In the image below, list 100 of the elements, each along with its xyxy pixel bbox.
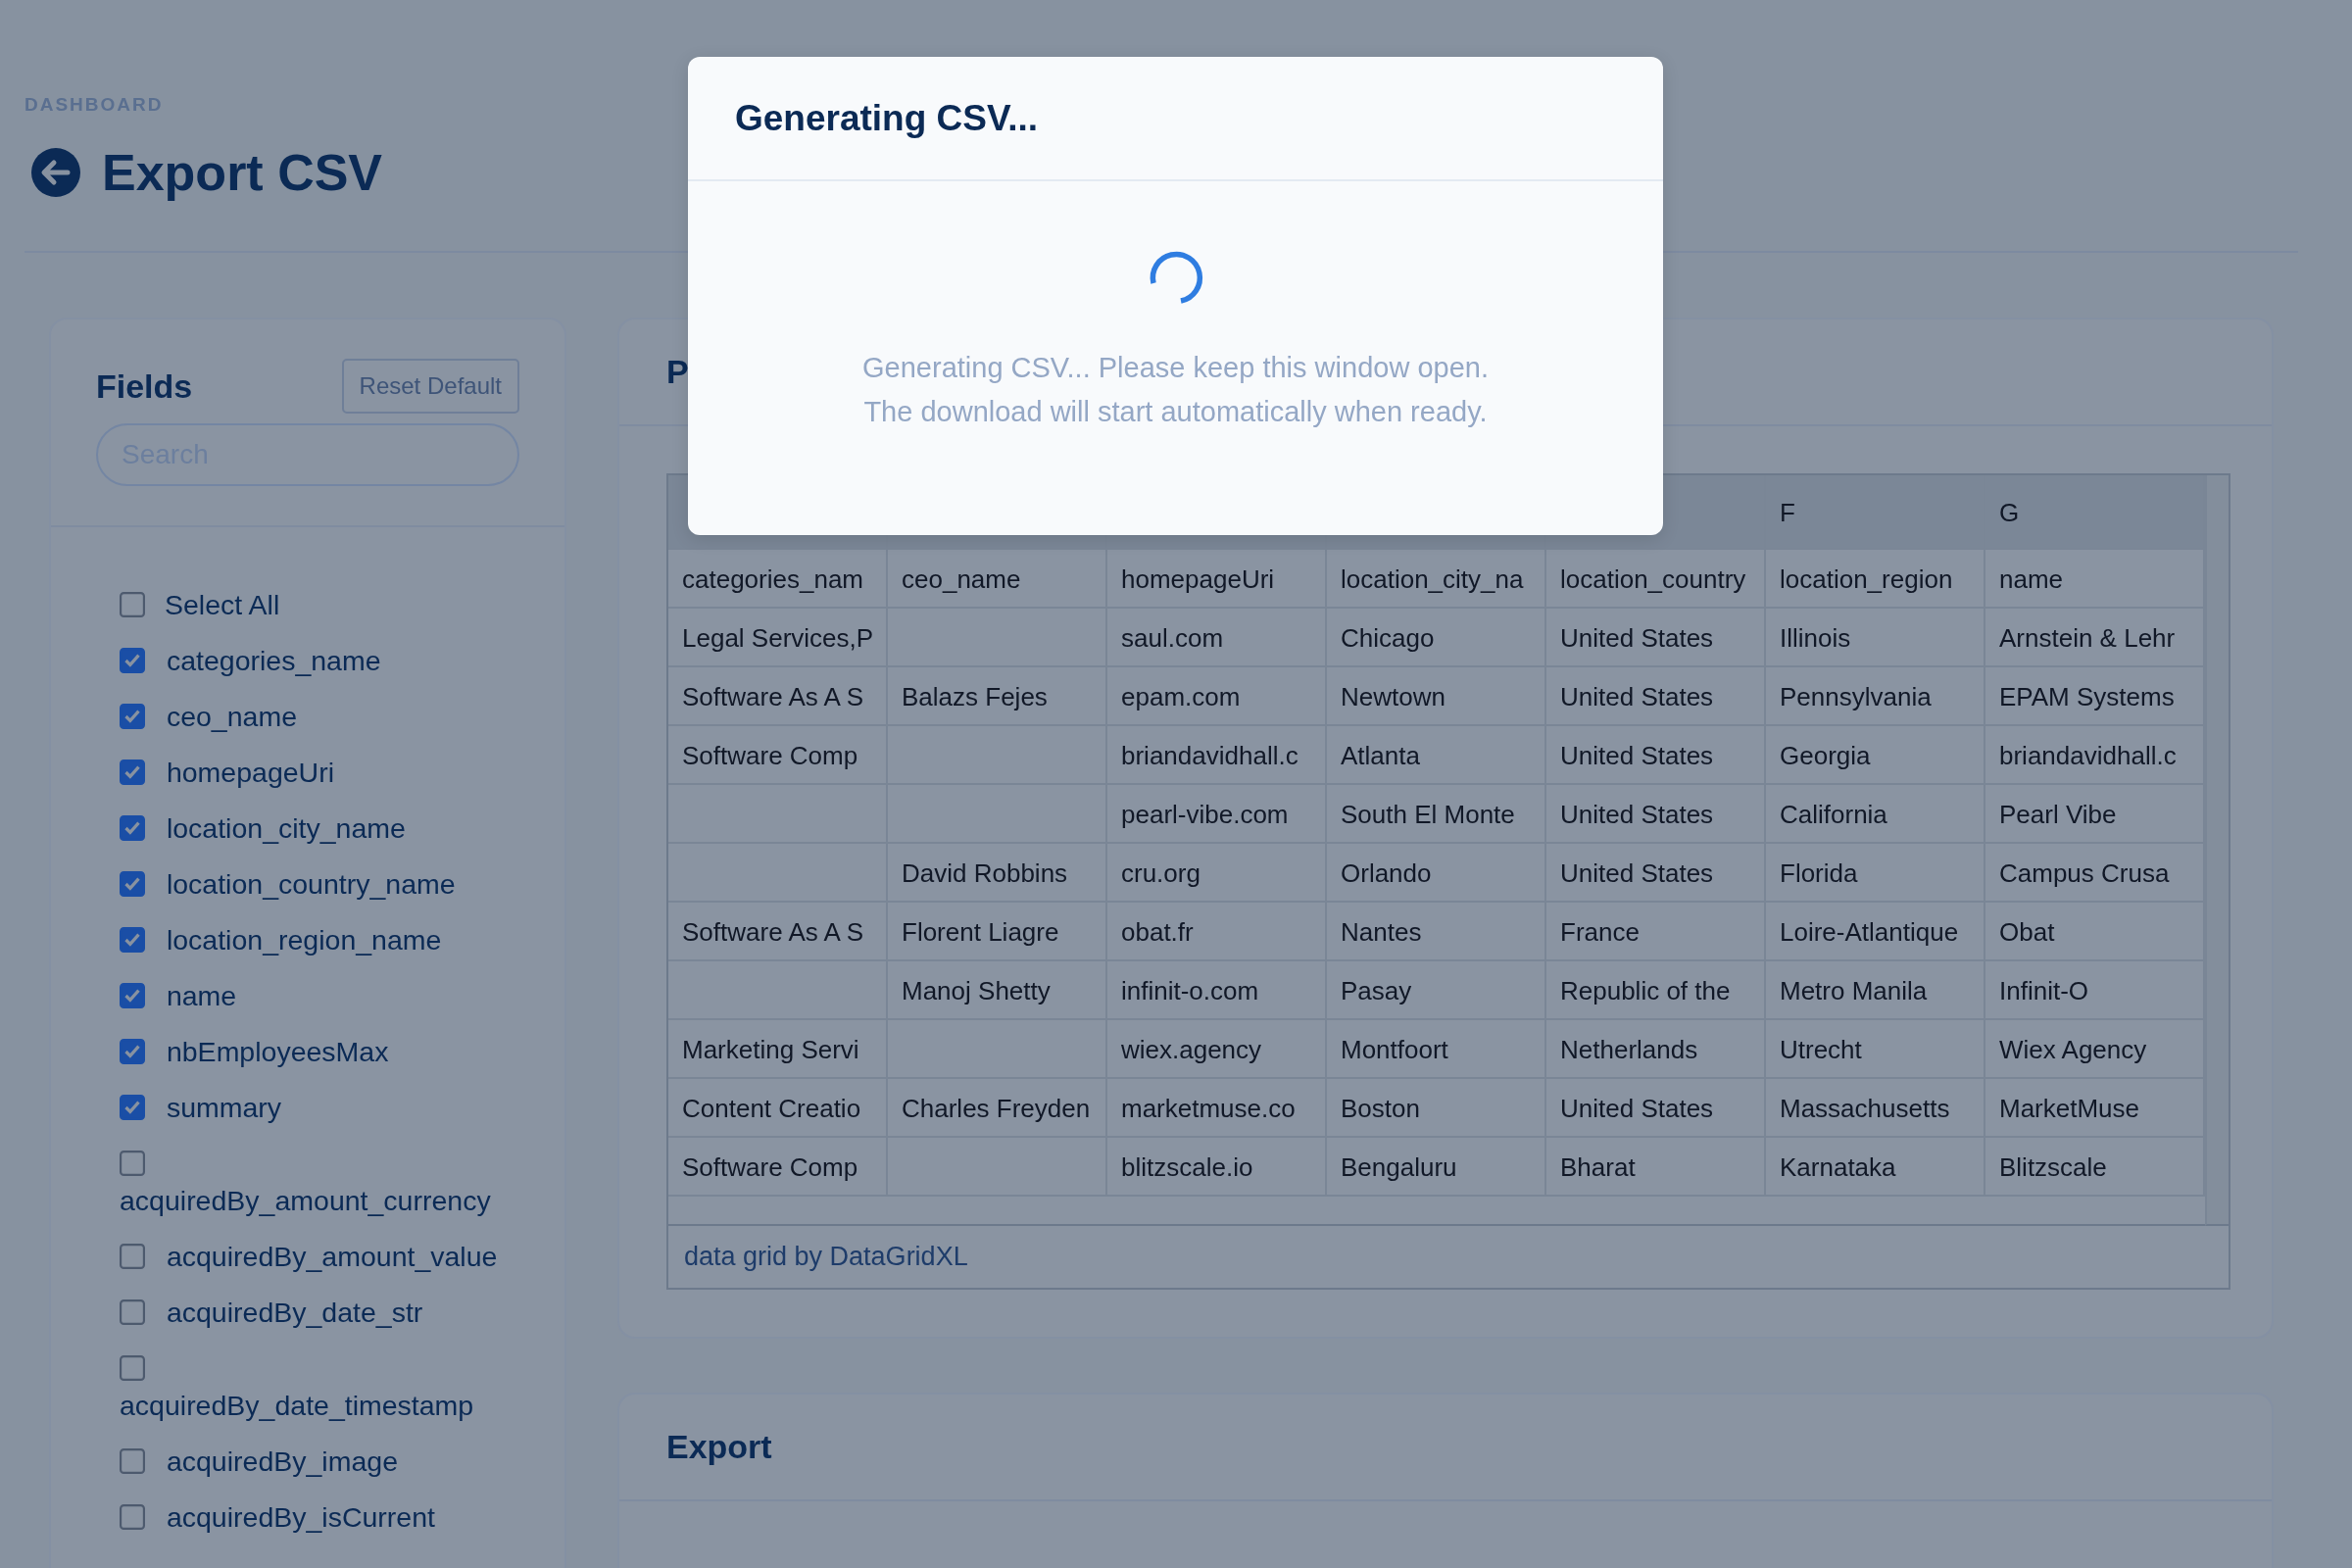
table-cell: infinit-o.com <box>1107 961 1327 1020</box>
card-title: Export <box>666 1428 772 1465</box>
table-cell: Marketing Servi <box>668 1020 888 1079</box>
field-label: ceo_name <box>166 701 297 732</box>
table-cell: Software As A S <box>668 667 888 726</box>
table-cell: cru.org <box>1107 844 1327 903</box>
card-title: P <box>666 353 689 390</box>
table-cell: Software As A S <box>668 903 888 961</box>
credit-link[interactable]: data grid by DataGridXL <box>684 1242 968 1271</box>
table-cell: Netherlands <box>1546 1020 1766 1079</box>
column-header[interactable]: F <box>1766 475 1985 550</box>
table-cell: Karnataka <box>1766 1138 1985 1197</box>
table-cell: location_city_na <box>1327 550 1546 609</box>
checkbox[interactable] <box>120 648 145 673</box>
table-cell: Orlando <box>1327 844 1546 903</box>
table-cell: Illinois <box>1766 609 1985 667</box>
table-cell: Content Creatio <box>668 1079 888 1138</box>
table-cell: Balazs Fejes <box>888 667 1107 726</box>
table-cell: obat.fr <box>1107 903 1327 961</box>
table-cell: Atlanta <box>1327 726 1546 785</box>
field-label: summary <box>166 1092 282 1123</box>
table-cell: Charles Freyden <box>888 1079 1107 1138</box>
scrollbar[interactable] <box>2205 475 2229 1226</box>
checkbox[interactable] <box>120 704 145 729</box>
checkbox[interactable] <box>120 1039 145 1064</box>
checkbox[interactable] <box>120 815 145 841</box>
field-label: acquiredBy_isCurrent <box>166 1501 435 1533</box>
table-cell: United States <box>1546 609 1766 667</box>
table-cell: Utrecht <box>1766 1020 1985 1079</box>
table-cell: Software Comp <box>668 726 888 785</box>
field-label: acquiredBy_date_timestamp <box>120 1390 474 1421</box>
table-cell: Metro Manila <box>1766 961 1985 1020</box>
checkbox[interactable] <box>120 1448 145 1474</box>
column-header[interactable]: G <box>1985 475 2205 550</box>
table-cell: saul.com <box>1107 609 1327 667</box>
modal-message: Generating CSV... Please keep this window open. The download will start automatically when ready. <box>862 351 1489 429</box>
field-label: acquiredBy_image <box>166 1446 398 1477</box>
table-cell: briandavidhall.c <box>1107 726 1327 785</box>
table-cell: homepageUri <box>1107 550 1327 609</box>
table-cell: marketmuse.co <box>1107 1079 1327 1138</box>
table-cell: United States <box>1546 844 1766 903</box>
table-cell: United States <box>1546 1079 1766 1138</box>
field-label: acquiredBy_amount_value <box>166 1241 498 1272</box>
table-cell: Chicago <box>1327 609 1546 667</box>
table-cell: Pasay <box>1327 961 1546 1020</box>
checkbox[interactable] <box>120 1095 145 1120</box>
field-label: location_country_name <box>166 868 456 900</box>
table-cell: France <box>1546 903 1766 961</box>
table-cell: location_country <box>1546 550 1766 609</box>
table-cell: Montfoort <box>1327 1020 1546 1079</box>
table-cell: pearl-vibe.com <box>1107 785 1327 844</box>
table-cell: Florent Liagre <box>888 903 1107 961</box>
table-cell: Bengaluru <box>1327 1138 1546 1197</box>
field-label: categories_name <box>166 645 381 676</box>
table-cell: Boston <box>1327 1079 1546 1138</box>
table-cell: ceo_name <box>888 550 1107 609</box>
field-label: acquiredBy_date_str <box>166 1297 423 1328</box>
table-cell: United States <box>1546 667 1766 726</box>
field-label: nbEmployeesMax <box>166 1036 389 1067</box>
checkbox-label: Select All <box>165 589 280 620</box>
table-cell: categories_nam <box>668 550 888 609</box>
table-cell: California <box>1766 785 1985 844</box>
checkbox[interactable] <box>120 1151 145 1176</box>
field-label: name <box>166 980 237 1011</box>
table-cell: wiex.agency <box>1107 1020 1327 1079</box>
table-cell: location_region <box>1766 550 1985 609</box>
table-cell: South El Monte <box>1327 785 1546 844</box>
table-cell: Bharat <box>1546 1138 1766 1197</box>
table-cell: Newtown <box>1327 667 1546 726</box>
checkbox[interactable] <box>120 1504 145 1530</box>
panel-title: Fields <box>96 367 193 406</box>
table-cell: Massachusetts <box>1766 1079 1985 1138</box>
table-cell: blitzscale.io <box>1107 1138 1327 1197</box>
field-label: acquiredBy_amount_currency <box>120 1185 491 1216</box>
page-title: Export CSV <box>102 143 383 202</box>
checkbox[interactable] <box>120 592 145 617</box>
checkbox[interactable] <box>120 927 145 953</box>
checkbox[interactable] <box>120 760 145 785</box>
table-cell: Georgia <box>1766 726 1985 785</box>
checkbox[interactable] <box>120 983 145 1008</box>
checkbox[interactable] <box>120 1355 145 1381</box>
table-cell: Software Comp <box>668 1138 888 1197</box>
table-cell: Florida <box>1766 844 1985 903</box>
table-cell: Nantes <box>1327 903 1546 961</box>
table-cell: Pennsylvania <box>1766 667 1985 726</box>
table-cell: David Robbins <box>888 844 1107 903</box>
checkbox[interactable] <box>120 871 145 897</box>
table-cell: United States <box>1546 726 1766 785</box>
field-label: homepageUri <box>166 757 335 788</box>
table-cell: Legal Services,P <box>668 609 888 667</box>
table-cell: Manoj Shetty <box>888 961 1107 1020</box>
checkbox[interactable] <box>120 1244 145 1269</box>
field-label: location_region_name <box>166 924 442 956</box>
modal-title: Generating CSV... <box>735 97 1039 139</box>
table-cell: Loire-Atlantique <box>1766 903 1985 961</box>
table-cell: Republic of the <box>1546 961 1766 1020</box>
reset-default-button[interactable]: Reset Default <box>341 359 519 414</box>
table-cell: epam.com <box>1107 667 1327 726</box>
checkbox[interactable] <box>120 1299 145 1325</box>
field-label: location_city_name <box>166 812 406 844</box>
